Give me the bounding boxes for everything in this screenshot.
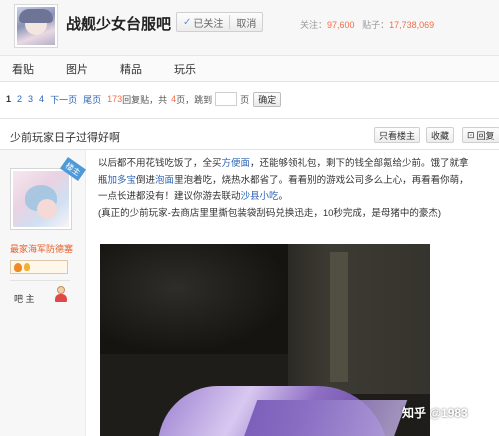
post-note: (真正的少前玩家-去商店里里撕包装袋刮码兑换迅走，10秒完成，是母猪中的豪杰)	[98, 207, 442, 219]
reply-count-suffix: 回复贴，共	[122, 94, 168, 105]
post-count: 17,738,069	[389, 20, 435, 30]
author-avatar[interactable]	[10, 168, 72, 230]
last-page-link[interactable]: 尾页	[83, 93, 101, 106]
followed-status: ✓ 已关注	[177, 15, 229, 30]
page-jump-confirm-button[interactable]: 确定	[253, 91, 282, 107]
moderator-icon	[54, 286, 68, 302]
forum-title[interactable]: 战舰少女台服吧	[66, 13, 171, 34]
keyword-link[interactable]: 泡面	[155, 175, 174, 186]
post-text: 。	[278, 191, 289, 202]
author-name[interactable]: 最家海军防德塞	[10, 242, 73, 255]
nav-tab-fun[interactable]: 玩乐	[174, 61, 196, 77]
unfollow-button[interactable]: 取消	[230, 15, 262, 30]
post: 楼主 最家海军防德塞 吧 主 以后都不用花钱吃饭了，全买方便面，还能够领礼包，剩…	[0, 150, 499, 436]
post-count-label: 贴子：	[362, 20, 390, 30]
author-panel: 楼主 最家海军防德塞 吧 主	[0, 150, 87, 436]
page-link-3[interactable]: 3	[28, 94, 33, 104]
divider	[10, 280, 70, 281]
post-content: 以后都不用花钱吃饭了，全买方便面，还能够领礼包，剩下的钱全部氪给少前。饿了就拿瓶…	[98, 156, 470, 222]
reply-label: 回复	[476, 130, 495, 141]
page-link-2[interactable]: 2	[17, 94, 22, 104]
post-text: 倒进	[136, 174, 156, 186]
next-page-link[interactable]: 下一页	[50, 93, 77, 106]
keyword-link[interactable]: 方便面	[222, 158, 251, 169]
nav-tab-featured[interactable]: 精品	[120, 61, 142, 77]
forum-header: 战舰少女台服吧 ✓ 已关注 取消 关注：97,600 贴子：17,738,069	[0, 0, 499, 56]
flame-icon	[24, 263, 30, 271]
page-jump-input[interactable]	[215, 92, 238, 106]
keyword-link[interactable]: 沙县小吃	[241, 191, 279, 202]
page-suffix: 页，跳到	[176, 94, 213, 105]
forum-nav: 看贴 图片 精品 玩乐	[0, 56, 499, 82]
reply-icon: ⊡	[467, 129, 475, 140]
reply-count: 173	[107, 94, 123, 104]
level-badge	[10, 260, 68, 274]
thread-header: 少前玩家日子过得好啊 只看楼主 收藏 ⊡ 回复	[0, 118, 499, 150]
keyword-link[interactable]: 加多宝	[108, 175, 137, 186]
forum-stats: 关注：97,600 贴子：17,738,069	[300, 18, 434, 31]
page-unit: 页	[240, 94, 250, 105]
favorite-button[interactable]: 收藏	[426, 127, 455, 143]
post-text: 以后都不用花钱吃饭了，全买	[98, 158, 222, 169]
page-link-4[interactable]: 4	[39, 94, 44, 104]
pagination: 1 2 3 4 下一页 尾页 173 回复贴，共 4 页，跳到 页 确定	[0, 88, 499, 110]
nav-tab-posts[interactable]: 看贴	[12, 61, 34, 77]
forum-avatar-image	[17, 7, 55, 45]
follow-count: 97,600	[327, 20, 355, 30]
thread-title: 少前玩家日子过得好啊	[10, 132, 120, 144]
flame-icon	[14, 262, 22, 272]
watermark: 知乎 @1983	[402, 406, 468, 420]
follow-toggle[interactable]: ✓ 已关注 取消	[176, 12, 264, 32]
page-link-1[interactable]: 1	[6, 94, 11, 104]
reply-button[interactable]: ⊡ 回复	[462, 127, 499, 143]
forum-avatar[interactable]	[14, 4, 58, 48]
check-icon: ✓	[183, 16, 192, 28]
follow-count-label: 关注：	[300, 20, 328, 30]
author-role: 吧 主	[14, 294, 35, 304]
nav-tab-images[interactable]: 图片	[66, 61, 88, 77]
author-avatar-image	[13, 171, 69, 227]
followed-label: 已关注	[193, 18, 224, 30]
only-op-button[interactable]: 只看楼主	[374, 127, 421, 143]
post-image[interactable]	[100, 244, 430, 436]
